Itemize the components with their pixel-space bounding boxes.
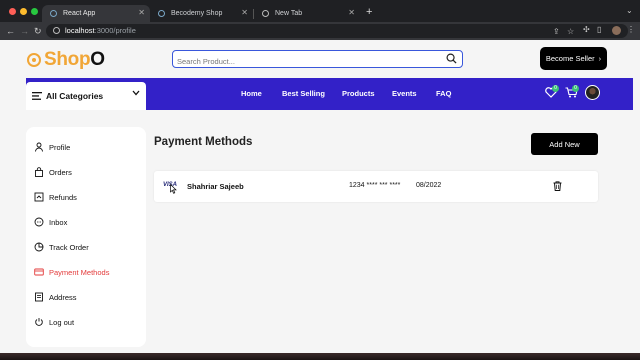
sidebar-item-profile[interactable]: Profile <box>34 140 142 154</box>
react-favicon-icon <box>158 10 165 17</box>
main-navbar: All Categories Home Best Selling Product… <box>26 78 633 110</box>
track-icon <box>34 242 44 252</box>
address-icon <box>35 292 43 302</box>
browser-toolbar: ← → ↻ localhost:3000/profile ⇪ ☆ ✣ ▯ ⋮ <box>0 22 640 40</box>
tab-title: React App <box>63 10 96 17</box>
card-expiry: 08/2022 <box>416 182 442 189</box>
browser-tab-new-tab[interactable]: New Tab ✕ <box>254 5 360 22</box>
wishlist-count-badge: 0 <box>552 85 559 92</box>
profile-avatar-icon[interactable] <box>612 26 621 35</box>
card-number: 1234 **** *** **** <box>349 182 401 189</box>
payment-card-row: VISA Shahriar Sajeeb 1234 **** *** **** … <box>154 171 598 202</box>
sidebar-item-label: Address <box>49 292 77 302</box>
all-categories-label: All Categories <box>46 91 104 101</box>
side-panel-icon[interactable]: ▯ <box>597 25 601 34</box>
logo-mark-icon <box>27 53 41 67</box>
page-title: Payment Methods <box>154 136 253 148</box>
sidebar-item-orders[interactable]: Orders <box>34 165 142 179</box>
close-window-button[interactable] <box>9 8 16 15</box>
logo-text-main: Shop <box>44 49 91 70</box>
nav-link-best-selling[interactable]: Best Selling <box>282 89 325 98</box>
address-bar[interactable]: localhost:3000/profile ⇪ ☆ <box>46 24 628 38</box>
chrome-favicon-icon <box>262 10 269 17</box>
react-favicon-icon <box>50 10 57 17</box>
all-categories-dropdown[interactable]: All Categories <box>26 82 146 110</box>
tab-title: New Tab <box>275 10 303 17</box>
sidebar-item-log-out[interactable]: Log out <box>34 315 142 329</box>
refund-icon <box>34 192 44 202</box>
sidebar-item-track-order[interactable]: Track Order <box>34 240 142 254</box>
back-arrow-icon[interactable]: ← <box>6 25 15 37</box>
forward-arrow-icon[interactable]: → <box>20 25 29 37</box>
site-header: ShopO Become Seller › <box>0 40 640 78</box>
menu-kebab-icon[interactable]: ⋮ <box>627 25 635 34</box>
bookmark-star-icon[interactable]: ☆ <box>567 27 574 36</box>
add-new-button[interactable]: Add New <box>531 133 598 155</box>
browser-tab-react-app[interactable]: React App ✕ <box>42 5 150 22</box>
become-seller-button[interactable]: Become Seller › <box>540 47 607 70</box>
desktop-dock-edge <box>0 353 640 360</box>
sidebar-item-label: Orders <box>49 167 72 177</box>
tab-search-chevron-icon[interactable]: ⌄ <box>626 6 633 15</box>
site-info-icon[interactable] <box>53 27 60 34</box>
close-tab-icon[interactable]: ✕ <box>138 8 145 17</box>
nav-link-home[interactable]: Home <box>241 89 262 98</box>
sidebar-item-label: Payment Methods <box>49 267 110 277</box>
search-icon[interactable] <box>446 53 457 64</box>
logout-icon <box>35 318 43 326</box>
sidebar-item-label: Log out <box>49 317 75 327</box>
nav-link-events[interactable]: Events <box>392 89 417 98</box>
browser-tab-bar: React App ✕ Becodemy Shop ✕ New Tab ✕ + … <box>0 0 640 22</box>
user-avatar[interactable] <box>585 85 600 100</box>
become-seller-label: Become Seller <box>545 54 595 63</box>
inbox-icon <box>34 217 44 227</box>
share-icon[interactable]: ⇪ <box>553 27 560 36</box>
logo-text-tail: O <box>90 49 105 70</box>
chevron-down-icon <box>132 90 140 96</box>
mouse-cursor-icon <box>170 184 177 194</box>
tab-title: Becodemy Shop <box>171 10 223 17</box>
url-text: localhost:3000/profile <box>65 26 136 35</box>
profile-sidebar: Profile Orders Refunds Inbox Track Order… <box>26 127 146 347</box>
menu-lines-icon <box>32 92 42 100</box>
delete-trash-icon[interactable] <box>553 181 562 191</box>
search-box <box>172 50 463 69</box>
sidebar-item-address[interactable]: Address <box>34 290 142 304</box>
nav-link-faq[interactable]: FAQ <box>436 89 451 98</box>
new-tab-plus-icon[interactable]: + <box>366 7 372 18</box>
sidebar-item-payment-methods[interactable]: Payment Methods <box>34 265 142 279</box>
credit-card-icon <box>34 268 44 276</box>
sidebar-item-inbox[interactable]: Inbox <box>34 215 142 229</box>
nav-link-products[interactable]: Products <box>342 89 375 98</box>
sidebar-item-label: Profile <box>49 142 71 152</box>
search-input[interactable] <box>173 54 433 69</box>
minimize-window-button[interactable] <box>20 8 27 15</box>
person-icon <box>35 142 43 152</box>
sidebar-item-label: Inbox <box>49 217 68 227</box>
shopping-bag-icon <box>35 167 43 177</box>
shopo-logo[interactable]: ShopO <box>27 49 105 71</box>
chevron-right-icon: › <box>598 54 602 63</box>
close-tab-icon[interactable]: ✕ <box>241 8 248 17</box>
card-holder-name: Shahriar Sajeeb <box>187 182 244 191</box>
sidebar-item-refunds[interactable]: Refunds <box>34 190 142 204</box>
cart-count-badge: 0 <box>572 85 579 92</box>
close-tab-icon[interactable]: ✕ <box>348 8 355 17</box>
maximize-window-button[interactable] <box>31 8 38 15</box>
reload-icon[interactable]: ↻ <box>34 25 42 37</box>
extensions-puzzle-icon[interactable]: ✣ <box>583 25 590 34</box>
sidebar-item-label: Refunds <box>49 192 77 202</box>
sidebar-item-label: Track Order <box>49 242 89 252</box>
browser-tab-becodemy-shop[interactable]: Becodemy Shop ✕ <box>150 5 253 22</box>
